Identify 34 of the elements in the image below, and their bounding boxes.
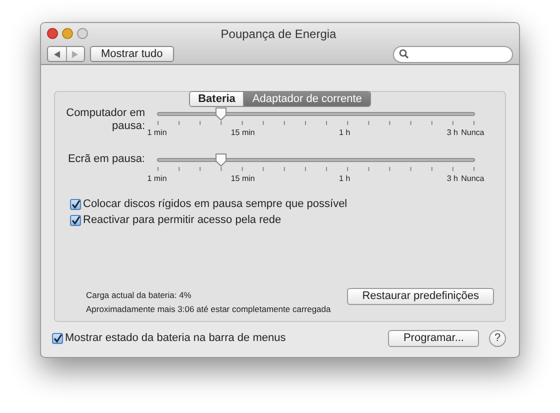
slider-label: Computador em pausa: (65, 107, 145, 134)
tick-label: Nunca (461, 128, 484, 138)
help-button[interactable]: ? (489, 330, 506, 347)
search-icon (399, 49, 409, 59)
checkbox[interactable] (70, 199, 81, 210)
tick-label: 1 min (147, 174, 167, 184)
schedule-button[interactable]: Programar... (388, 330, 479, 347)
tick-label: 3 h (446, 174, 458, 184)
checkbox[interactable] (70, 215, 81, 226)
tick-label: 1 h (339, 174, 350, 184)
window-title: Poupança de Energia (220, 26, 336, 42)
checkbox[interactable] (52, 333, 63, 344)
tab[interactable]: Bateria (190, 92, 244, 106)
slider-thumb[interactable] (215, 153, 228, 167)
search-field[interactable] (393, 46, 513, 62)
battery-info-text: Carga actual da bateria: 4% (86, 289, 192, 302)
tick-label: 1 h (339, 128, 350, 138)
back-forward-control[interactable] (47, 46, 85, 62)
minimize-icon[interactable] (62, 28, 73, 39)
slider-label: Ecrã em pausa: (68, 153, 145, 167)
battery-info-text: Aproximadamente mais 3:06 até estar completamente carregada (86, 303, 332, 316)
tick-label: 3 h (446, 128, 458, 138)
checkbox-label[interactable]: Mostrar estado da bateria na barra de menus (65, 332, 286, 345)
tick-label: 1 min (147, 128, 167, 138)
tab[interactable]: Adaptador de corrente (243, 92, 370, 106)
slider-thumb[interactable] (215, 107, 228, 121)
tick-label: 15 min (230, 128, 255, 138)
close-icon[interactable] (47, 28, 58, 39)
checkbox-label[interactable]: Colocar discos rígidos em pausa sempre que possível (83, 198, 348, 211)
show-all-button[interactable]: Mostrar tudo (90, 46, 174, 62)
tick-label: 15 min (230, 174, 255, 184)
restore-defaults-button[interactable]: Restaurar predefinições (347, 288, 494, 305)
tick-label: Nunca (461, 174, 484, 184)
checkbox-label[interactable]: Reactivar para permitir acesso pela rede (83, 214, 282, 227)
